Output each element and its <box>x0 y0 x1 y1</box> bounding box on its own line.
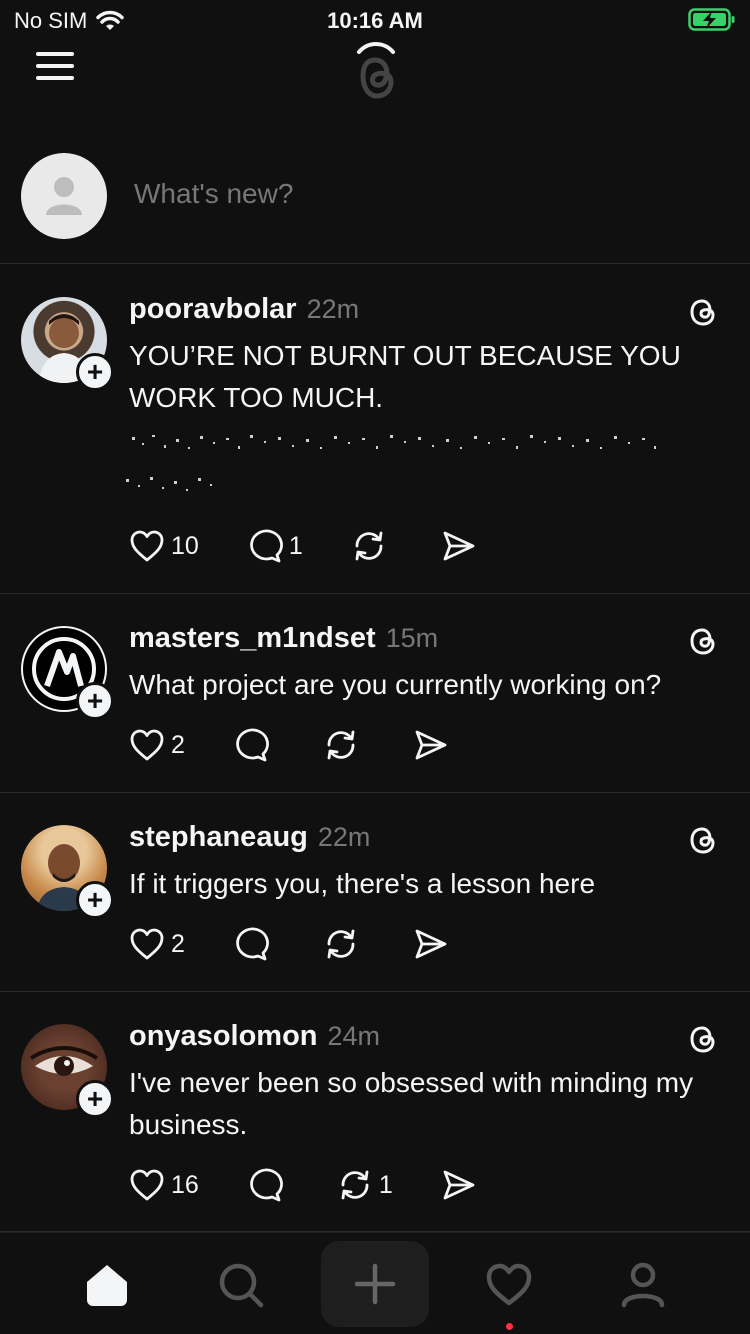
nav-home[interactable] <box>75 1253 139 1317</box>
repost-icon <box>341 1170 369 1200</box>
threads-icon[interactable] <box>686 624 720 658</box>
comment-icon <box>236 728 269 762</box>
threads-icon[interactable] <box>686 1022 720 1056</box>
post-header: onyasolomon 24m <box>129 1020 380 1053</box>
post-text: What project are you currently working o… <box>129 669 662 700</box>
reply-button[interactable] <box>233 728 275 762</box>
post-text: YOU’RE NOT BURNT OUT BECAUSE YOU WORK TO… <box>129 340 681 413</box>
reply-count: 1 <box>288 531 303 560</box>
post[interactable]: + pooravbolar 22m YOU’RE NOT BURNT OUT B… <box>0 265 750 594</box>
post-time: 22m <box>317 822 371 852</box>
heart-icon <box>486 1263 532 1306</box>
repost-button[interactable] <box>323 927 365 961</box>
user-avatar[interactable] <box>21 153 107 239</box>
like-count: 2 <box>171 929 185 958</box>
post-actions: 10 1 <box>129 529 525 563</box>
repost-button[interactable] <box>323 728 365 762</box>
menu-line <box>36 76 74 80</box>
post-header: masters_m1ndset 15m <box>129 622 438 655</box>
post-text: If it triggers you, there's a lesson her… <box>129 868 596 899</box>
like-count: 16 <box>171 1170 199 1199</box>
repost-icon <box>327 730 355 760</box>
obscured-text <box>126 435 656 491</box>
threads-icon[interactable] <box>686 295 720 329</box>
app-header <box>0 36 750 106</box>
post[interactable]: + onyasolomon 24m I've never been so obs… <box>0 992 750 1232</box>
menu-line <box>36 64 74 68</box>
post-actions: 2 <box>129 728 497 762</box>
search-icon <box>219 1263 264 1308</box>
repost-icon <box>327 929 355 959</box>
like-count: 10 <box>171 531 199 560</box>
reply-button[interactable] <box>247 1168 289 1202</box>
heart-icon <box>130 928 164 960</box>
repost-icon <box>355 531 383 561</box>
threads-icon[interactable] <box>686 823 720 857</box>
composer-input[interactable]: What's new? <box>134 178 293 210</box>
menu-line <box>36 52 74 56</box>
threads-logo-icon[interactable] <box>343 38 407 104</box>
like-count: 2 <box>171 730 185 759</box>
nav-activity[interactable] <box>477 1253 541 1317</box>
send-icon <box>415 730 447 760</box>
nav-create[interactable] <box>321 1241 429 1327</box>
post-actions: 16 1 <box>129 1168 525 1202</box>
post-time: 15m <box>385 623 439 653</box>
follow-button[interactable]: + <box>76 353 114 391</box>
send-icon <box>415 929 447 959</box>
home-icon <box>87 1265 127 1306</box>
post-time: 22m <box>306 294 360 324</box>
follow-button[interactable]: + <box>76 682 114 720</box>
post-time: 24m <box>327 1021 381 1051</box>
follow-button[interactable]: + <box>76 1080 114 1118</box>
plus-icon <box>354 1263 396 1305</box>
nav-profile[interactable] <box>611 1253 675 1317</box>
menu-button[interactable] <box>36 52 74 84</box>
comment-icon <box>249 1168 283 1202</box>
profile-icon <box>621 1262 665 1308</box>
comment-icon <box>236 927 269 961</box>
battery-icon <box>688 8 736 37</box>
bottom-nav <box>0 1232 750 1334</box>
like-button[interactable]: 2 <box>129 927 185 961</box>
heart-icon <box>130 1169 164 1201</box>
like-button[interactable]: 2 <box>129 728 185 762</box>
heart-icon <box>130 530 164 562</box>
username[interactable]: onyasolomon <box>129 1020 318 1053</box>
repost-count: 1 <box>378 1170 393 1199</box>
post[interactable]: + stephaneaug 22m If it triggers you, th… <box>0 793 750 992</box>
post-header: stephaneaug 22m <box>129 821 370 854</box>
reply-button[interactable]: 1 <box>247 529 303 563</box>
heart-icon <box>130 729 164 761</box>
status-time: 10:16 AM <box>327 8 423 33</box>
post-actions: 2 <box>129 927 497 961</box>
notification-dot <box>506 1323 513 1330</box>
post-header: pooravbolar 22m <box>129 293 359 326</box>
nav-search[interactable] <box>209 1253 273 1317</box>
username[interactable]: stephaneaug <box>129 821 308 854</box>
like-button[interactable]: 10 <box>129 529 199 563</box>
share-button[interactable] <box>441 1168 477 1202</box>
follow-button[interactable]: + <box>76 881 114 919</box>
comment-icon <box>249 529 283 563</box>
repost-button[interactable] <box>351 529 393 563</box>
post[interactable]: + masters_m1ndset 15m What project are y… <box>0 594 750 793</box>
status-bar: No SIM 10:16 AM <box>0 0 750 40</box>
username[interactable]: masters_m1ndset <box>129 622 376 655</box>
reply-button[interactable] <box>233 927 275 961</box>
like-button[interactable]: 16 <box>129 1168 199 1202</box>
repost-button[interactable]: 1 <box>337 1168 393 1202</box>
share-button[interactable] <box>441 529 477 563</box>
share-button[interactable] <box>413 927 449 961</box>
composer: What's new? <box>0 130 750 264</box>
send-icon <box>443 1170 475 1200</box>
send-icon <box>443 531 475 561</box>
post-text: I've never been so obsessed with minding… <box>129 1067 694 1140</box>
share-button[interactable] <box>413 728 449 762</box>
username[interactable]: pooravbolar <box>129 293 297 326</box>
person-placeholder-icon <box>46 177 82 215</box>
